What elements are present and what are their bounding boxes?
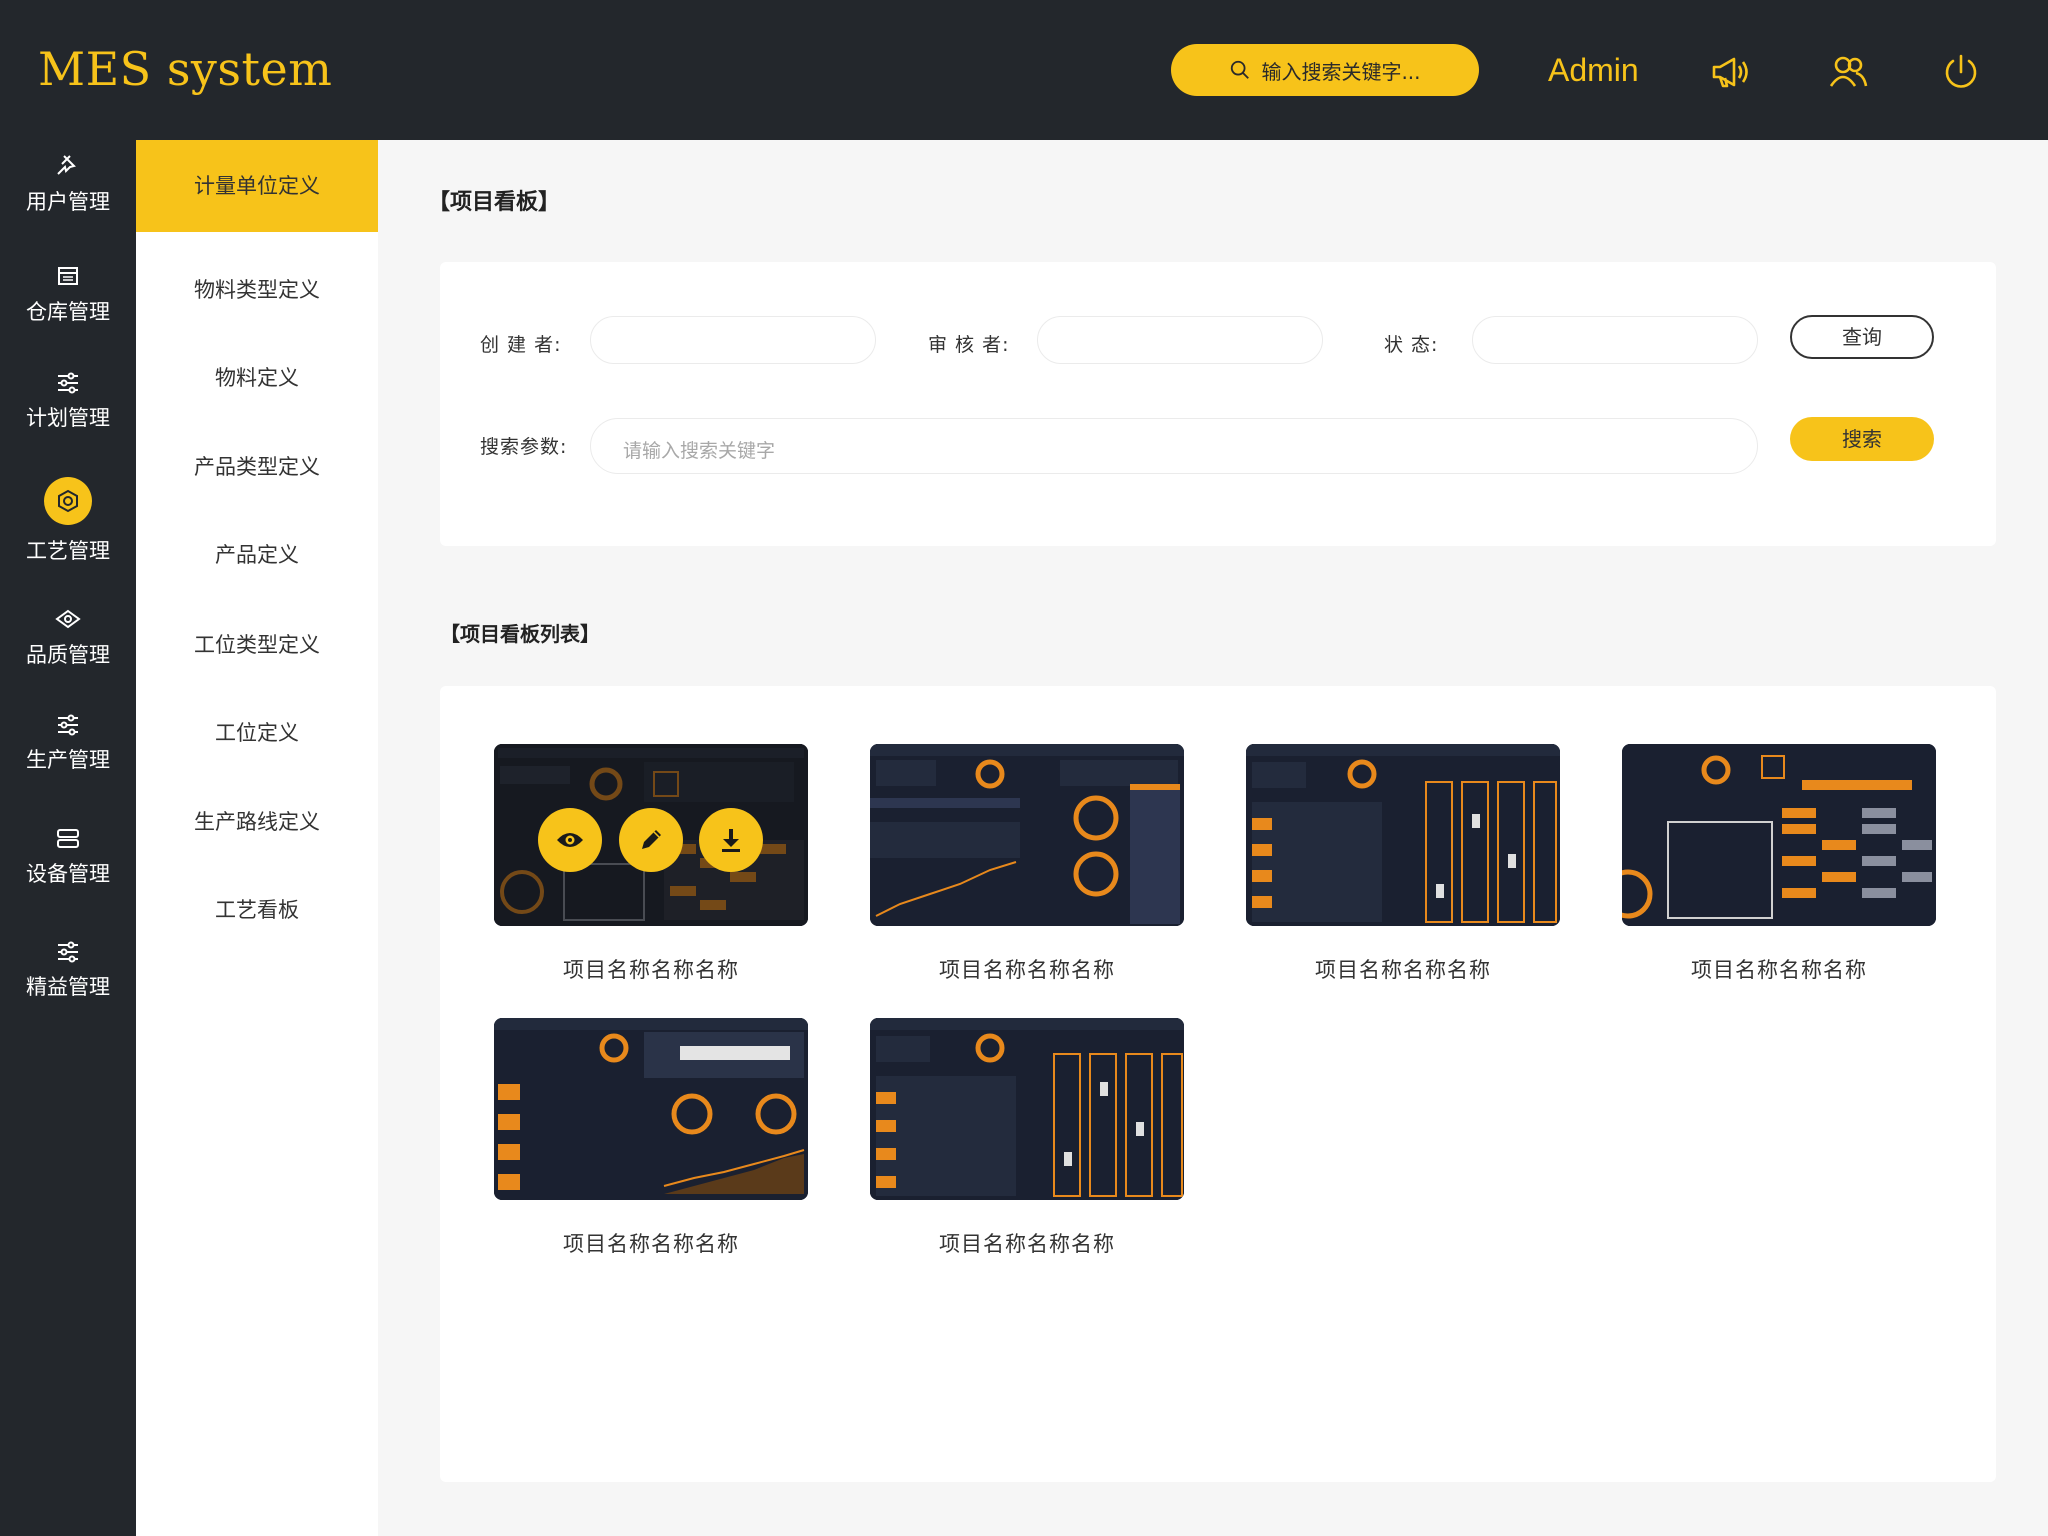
status-select[interactable] [1472,316,1758,364]
megaphone-icon[interactable] [1710,52,1750,92]
sidebar-item-label: 品质管理 [26,643,110,667]
board-card-name: 项目名称名称名称 [1315,958,1491,982]
card-hover-overlay [494,744,808,926]
download-icon [722,829,740,852]
sidebar-item-label: 工艺管理 [26,539,110,563]
search-button[interactable]: 搜索 [1790,417,1934,461]
edit-button[interactable] [619,808,683,872]
sidebar-item-label: 仓库管理 [26,300,110,324]
board-card[interactable]: 项目名称名称名称 [870,744,1184,984]
sidebar-item-quality[interactable]: 品质管理 [0,605,136,669]
board-card[interactable]: 项目名称名称名称 [870,1018,1184,1258]
sidebar-item-label: 计划管理 [26,406,110,430]
top-bar: MES system 输入搜索关键字... Admin [0,0,2048,140]
board-card[interactable]: 项目名称名称名称 [1246,744,1560,984]
app-logo: MES system [38,42,333,96]
submenu-item-product-type[interactable]: 产品类型定义 [136,451,378,481]
filter-panel: 创 建 者: 审 核 者: 状 态: 查询 搜索参数: 请输入搜索关键字 搜索 [440,262,1996,546]
status-label: 状 态: [1384,334,1439,356]
sidebar-item-lean[interactable]: 精益管理 [0,937,136,1001]
server-icon [57,829,79,848]
board-card[interactable]: 项目名称名称名称 [494,1018,808,1258]
diamond-icon [55,609,81,629]
process-icon [44,477,92,525]
sidebar-item-label: 用户管理 [26,190,110,214]
board-thumbnail[interactable] [1246,744,1560,926]
reviewer-label: 审 核 者: [928,334,1010,356]
sidebar-item-warehouse[interactable]: 仓库管理 [0,262,136,326]
sidebar: 用户管理 仓库管理 计划管理 工艺管理 品质管理 生产管理 设备管理 精益管理 [0,140,136,1536]
board-list-panel: 项目名称名称名称 项目名称名称名称 项目名称名称名称 项目名称名称名称 项目名称… [440,686,1996,1482]
warehouse-icon [58,267,78,285]
download-button[interactable] [699,808,763,872]
creator-input[interactable] [590,316,876,364]
page-title: 【项目看板】 [428,190,561,215]
board-card-name: 项目名称名称名称 [1691,958,1867,982]
sidebar-item-process[interactable]: 工艺管理 [0,477,136,565]
users-icon[interactable] [1828,52,1868,92]
sliders-icon [58,941,78,963]
pin-icon [57,155,76,175]
submenu: 计量单位定义 物料类型定义 物料定义 产品类型定义 产品定义 工位类型定义 工位… [136,140,378,1536]
query-button[interactable]: 查询 [1790,315,1934,359]
main-content: 【项目看板】 创 建 者: 审 核 者: 状 态: 查询 搜索参数: 请输入搜索… [378,140,2048,1536]
reviewer-input[interactable] [1037,316,1323,364]
submenu-item-material-type[interactable]: 物料类型定义 [136,274,378,304]
sidebar-item-plan[interactable]: 计划管理 [0,368,136,432]
sidebar-item-label: 生产管理 [26,748,110,772]
sidebar-item-users[interactable]: 用户管理 [0,152,136,216]
dashboard-preview [870,1018,1184,1200]
submenu-item-unit-definition[interactable]: 计量单位定义 [136,140,378,232]
user-name[interactable]: Admin [1548,52,1639,89]
sidebar-item-label: 设备管理 [26,862,110,886]
submenu-item-station[interactable]: 工位定义 [136,717,378,747]
search-icon [1231,60,1250,79]
view-button[interactable] [538,808,602,872]
submenu-item-material[interactable]: 物料定义 [136,362,378,392]
board-thumbnail[interactable] [494,744,808,926]
board-thumbnail[interactable] [1622,744,1936,926]
header-search[interactable]: 输入搜索关键字... [1171,44,1479,96]
dashboard-preview [1622,744,1936,926]
search-param-label: 搜索参数: [480,436,568,458]
sliders-icon [58,714,78,736]
submenu-item-product[interactable]: 产品定义 [136,539,378,569]
dashboard-preview [870,744,1184,926]
power-icon[interactable] [1941,52,1981,92]
list-title: 【项目看板列表】 [440,622,600,646]
sidebar-item-production[interactable]: 生产管理 [0,710,136,774]
board-card[interactable]: 项目名称名称名称 [1622,744,1936,984]
sidebar-item-equipment[interactable]: 设备管理 [0,824,136,888]
view-icon [557,833,583,847]
submenu-item-process-board[interactable]: 工艺看板 [136,894,378,924]
edit-icon [642,830,661,849]
board-thumbnail[interactable] [870,1018,1184,1200]
dashboard-preview [494,1018,808,1200]
submenu-item-station-type[interactable]: 工位类型定义 [136,629,378,659]
board-thumbnail[interactable] [870,744,1184,926]
search-param-placeholder: 请输入搜索关键字 [623,440,776,462]
sliders-icon [58,372,78,394]
board-card-name: 项目名称名称名称 [563,958,739,982]
board-thumbnail[interactable] [494,1018,808,1200]
board-card[interactable]: 项目名称名称名称 [494,744,808,984]
submenu-item-route[interactable]: 生产路线定义 [136,806,378,836]
header-search-placeholder: 输入搜索关键字... [1261,59,1421,84]
creator-label: 创 建 者: [480,334,562,356]
board-card-name: 项目名称名称名称 [939,958,1115,982]
sidebar-item-label: 精益管理 [26,975,110,999]
search-param-input[interactable]: 请输入搜索关键字 [590,418,1758,474]
dashboard-preview [1246,744,1560,926]
board-card-name: 项目名称名称名称 [563,1232,739,1256]
board-card-name: 项目名称名称名称 [939,1232,1115,1256]
